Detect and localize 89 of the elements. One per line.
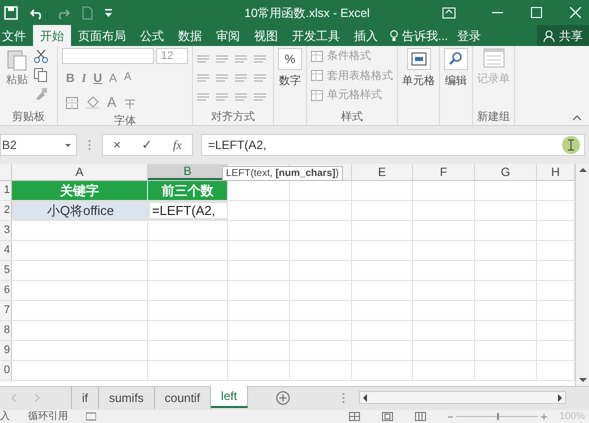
function-tooltip: LEFT(text, [num_chars]) (222, 166, 343, 181)
page-layout-icon[interactable] (382, 412, 394, 421)
name-box[interactable]: B2 (0, 134, 77, 156)
percent-button[interactable]: % (278, 48, 302, 70)
table-cell: 关键字 (12, 181, 148, 200)
fill-color-icon[interactable] (86, 96, 99, 109)
macro-recording-icon[interactable] (86, 412, 96, 421)
normal-view-icon[interactable] (349, 412, 360, 421)
table-cell: 前三个数 (148, 181, 228, 200)
ribbon-tab[interactable]: 插入 (347, 25, 385, 46)
maximize-icon[interactable] (531, 7, 542, 18)
cursor-highlight-icon (562, 136, 580, 154)
group-label: 样式 (341, 110, 363, 125)
row-header[interactable]: 4 (0, 241, 12, 260)
row-header[interactable]: 1 (0, 181, 12, 200)
sign-in-link[interactable]: 登录 (453, 25, 486, 46)
column-header[interactable]: B (148, 164, 228, 180)
sheet-tab[interactable]: if (72, 387, 99, 409)
slider-thumb[interactable] (497, 413, 500, 420)
ribbon-tab[interactable]: 审阅 (209, 25, 247, 46)
row-header[interactable]: 8 (0, 321, 12, 340)
formula-field[interactable]: =LEFT(A2, (201, 134, 585, 156)
tell-me-search[interactable]: 告诉我... (402, 26, 448, 44)
insert-function-button[interactable]: fx (173, 136, 182, 154)
row-header[interactable]: 7 (0, 301, 12, 320)
borders-icon[interactable] (66, 96, 78, 108)
collapse-ribbon-icon[interactable] (573, 115, 581, 121)
paste-button[interactable]: 粘贴 (4, 48, 30, 109)
scissors-icon[interactable] (34, 50, 48, 63)
save-icon[interactable] (4, 6, 18, 20)
row-header[interactable]: 5 (0, 261, 12, 280)
column-header[interactable]: E (352, 164, 413, 180)
cancel-button[interactable]: × (113, 135, 121, 155)
enter-button[interactable]: ✓ (141, 135, 152, 155)
scroll-left-icon[interactable] (363, 394, 368, 402)
window-title: 10常用函数.xlsx - Excel (243, 4, 371, 22)
column-header[interactable]: G (475, 164, 537, 180)
ribbon-tab[interactable]: 页面布局 (71, 25, 133, 46)
horizontal-scrollbar[interactable] (359, 391, 566, 404)
format-painter-icon[interactable] (34, 87, 48, 101)
ribbon-tab[interactable]: 开始 (33, 25, 71, 46)
dropdown-icon (65, 144, 71, 146)
number-format-button[interactable]: 数字 (279, 73, 301, 90)
group-label: 新建组 (477, 110, 510, 125)
share-button[interactable]: 共享 (537, 25, 589, 46)
row-header[interactable]: 6 (0, 281, 12, 300)
cells-button[interactable]: 单元格 (402, 73, 435, 90)
page-break-icon[interactable] (415, 412, 426, 421)
table-cell: 小Q将office (12, 201, 148, 220)
scroll-down-icon[interactable] (578, 378, 586, 382)
close-icon[interactable] (570, 7, 581, 18)
table-style-icon (311, 90, 323, 101)
lightbulb-icon (390, 30, 398, 42)
zoom-out-icon[interactable] (448, 414, 454, 420)
editing-button[interactable]: 编辑 (445, 73, 467, 90)
column-header[interactable]: F (413, 164, 475, 180)
copy-icon[interactable] (34, 68, 48, 82)
sheet-tab[interactable]: sumifs (99, 387, 155, 409)
sheet-tab[interactable]: left (211, 386, 248, 408)
scroll-up-icon[interactable] (578, 168, 586, 172)
group-label: 剪贴板 (12, 110, 45, 125)
status-mode: 入 (0, 410, 11, 423)
add-sheet-icon[interactable] (276, 391, 290, 405)
scroll-right-icon[interactable] (558, 394, 562, 402)
font-name-field[interactable] (62, 48, 154, 64)
ribbon-display-icon[interactable] (442, 6, 456, 18)
document-icon[interactable] (82, 6, 93, 20)
group-label: 字体 (114, 114, 136, 129)
splitter-icon[interactable] (88, 139, 91, 151)
row-header[interactable]: 2 (0, 201, 12, 220)
ribbon-tab[interactable]: 开发工具 (285, 25, 347, 46)
group-label: 对齐方式 (211, 110, 255, 125)
ribbon-tab[interactable]: 公式 (133, 25, 171, 46)
table-cell: =LEFT(A2, (148, 201, 228, 220)
circular-reference-status: 循环引用 (28, 410, 69, 423)
row-header[interactable]: 0 (0, 361, 12, 380)
zoom-in-icon[interactable] (541, 414, 548, 420)
ribbon-tab[interactable]: 视图 (247, 25, 285, 46)
row-header[interactable]: 9 (0, 341, 12, 360)
customize-toolbar-icon[interactable] (105, 8, 112, 18)
table-style-icon (311, 70, 323, 82)
ribbon-tab[interactable]: 文件 (0, 25, 33, 46)
person-icon (543, 30, 555, 42)
ribbon-tab[interactable]: 数据 (171, 25, 209, 46)
vertical-scrollbar[interactable] (575, 164, 589, 386)
row-header[interactable]: 3 (0, 221, 12, 240)
splitter-icon[interactable] (342, 392, 346, 404)
phonetic-guide-icon[interactable] (124, 96, 136, 108)
table-style-icon (311, 50, 323, 62)
